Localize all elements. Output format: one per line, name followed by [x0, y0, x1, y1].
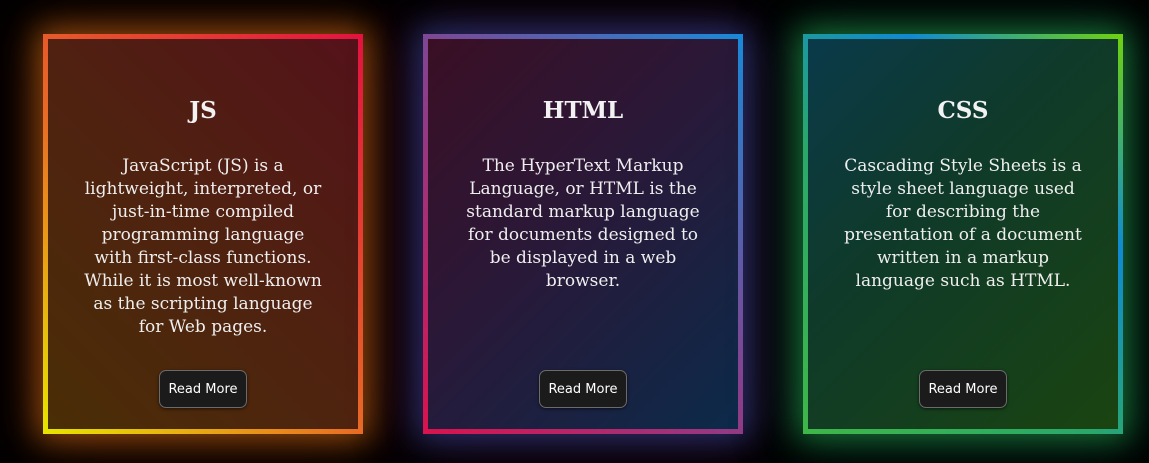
card-description: JavaScript (JS) is a lightweight, interp…	[84, 156, 322, 337]
card-title: JS	[189, 97, 217, 124]
card-background: HTML The HyperText Markup Language, or H…	[428, 39, 738, 429]
card-background: JS JavaScript (JS) is a lightweight, int…	[48, 39, 358, 429]
card-background: CSS Cascading Style Sheets is a style sh…	[808, 39, 1118, 429]
card-description: The HyperText Markup Language, or HTML i…	[466, 156, 700, 291]
card-description: Cascading Style Sheets is a style sheet …	[844, 156, 1082, 291]
card-html: HTML The HyperText Markup Language, or H…	[423, 34, 743, 434]
card-title: HTML	[542, 97, 624, 124]
read-more-button[interactable]: Read More	[539, 370, 627, 408]
card-js: JS JavaScript (JS) is a lightweight, int…	[43, 34, 363, 434]
read-more-button[interactable]: Read More	[159, 370, 247, 408]
card-css: CSS Cascading Style Sheets is a style sh…	[803, 34, 1123, 434]
card-title: CSS	[937, 97, 989, 124]
read-more-button[interactable]: Read More	[919, 370, 1007, 408]
